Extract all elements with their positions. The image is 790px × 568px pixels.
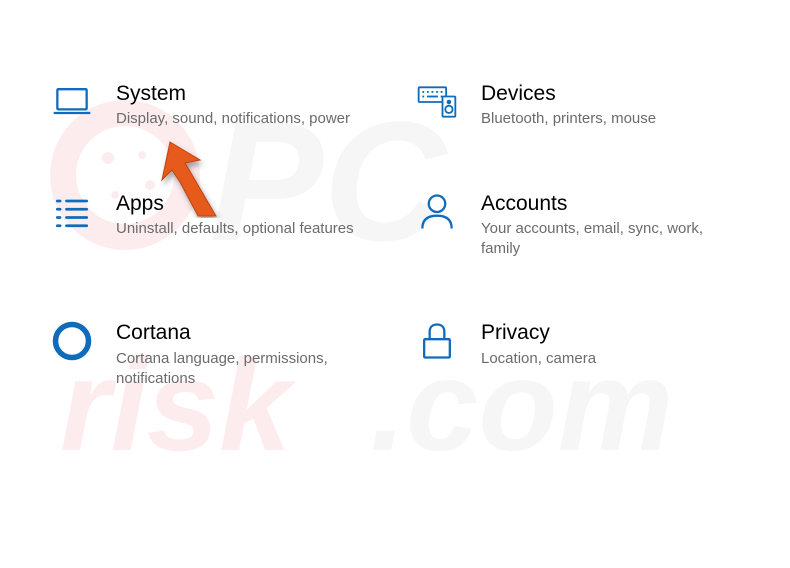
list-icon: [50, 190, 94, 234]
item-subtitle: Cortana language, permissions, notificat…: [116, 349, 356, 390]
settings-item-privacy[interactable]: Privacy Location, camera: [415, 319, 740, 389]
lock-icon: [415, 319, 459, 363]
item-subtitle: Display, sound, notifications, power: [116, 109, 350, 129]
item-subtitle: Uninstall, defaults, optional features: [116, 219, 354, 239]
laptop-icon: [50, 80, 94, 124]
settings-categories-grid: System Display, sound, notifications, po…: [0, 0, 790, 439]
item-title: Cortana: [116, 319, 356, 346]
item-subtitle: Bluetooth, printers, mouse: [481, 109, 656, 129]
person-icon: [415, 190, 459, 234]
keyboard-speaker-icon: [415, 80, 459, 124]
item-title: Devices: [481, 80, 656, 107]
item-title: Privacy: [481, 319, 596, 346]
cortana-circle-icon: [50, 319, 94, 363]
item-subtitle: Your accounts, email, sync, work, family: [481, 219, 721, 260]
item-subtitle: Location, camera: [481, 349, 596, 369]
item-title: System: [116, 80, 350, 107]
item-title: Apps: [116, 190, 354, 217]
item-title: Accounts: [481, 190, 721, 217]
settings-item-accounts[interactable]: Accounts Your accounts, email, sync, wor…: [415, 190, 740, 260]
settings-item-cortana[interactable]: Cortana Cortana language, permissions, n…: [50, 319, 375, 389]
settings-item-devices[interactable]: Devices Bluetooth, printers, mouse: [415, 80, 740, 130]
settings-item-system[interactable]: System Display, sound, notifications, po…: [50, 80, 375, 130]
settings-item-apps[interactable]: Apps Uninstall, defaults, optional featu…: [50, 190, 375, 260]
